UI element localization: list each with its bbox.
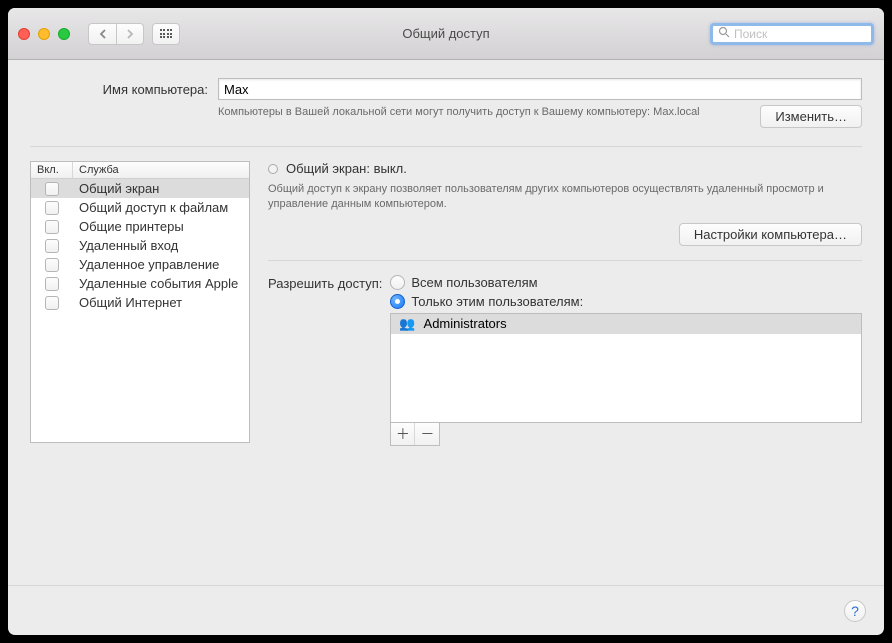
radio-all-users[interactable]: Всем пользователям bbox=[390, 275, 862, 290]
service-row[interactable]: Общий доступ к файлам bbox=[31, 198, 249, 217]
window-title: Общий доступ bbox=[402, 26, 489, 41]
forward-button[interactable] bbox=[116, 23, 144, 45]
service-checkbox[interactable] bbox=[45, 277, 59, 291]
search-input[interactable] bbox=[734, 27, 866, 41]
service-label: Удаленное управление bbox=[73, 257, 249, 272]
allowed-users-list[interactable]: 👥 Administrators bbox=[390, 313, 862, 423]
service-row[interactable]: Общие принтеры bbox=[31, 217, 249, 236]
help-icon: ? bbox=[851, 603, 859, 619]
radio-icon bbox=[390, 294, 405, 309]
users-icon: 👥 bbox=[399, 316, 415, 332]
column-on[interactable]: Вкл. bbox=[31, 162, 73, 178]
service-checkbox[interactable] bbox=[45, 258, 59, 272]
sharing-preferences-window: Общий доступ Имя компьютера: Компьютеры … bbox=[8, 8, 884, 635]
service-label: Общий экран bbox=[73, 181, 249, 196]
zoom-button[interactable] bbox=[58, 28, 70, 40]
service-label: Общий Интернет bbox=[73, 295, 249, 310]
show-all-button[interactable] bbox=[152, 23, 180, 45]
chevron-right-icon bbox=[126, 29, 134, 39]
service-label: Общие принтеры bbox=[73, 219, 249, 234]
service-row[interactable]: Общий экран bbox=[31, 179, 249, 198]
service-checkbox[interactable] bbox=[45, 182, 59, 196]
service-row[interactable]: Общий Интернет bbox=[31, 293, 249, 312]
user-item[interactable]: 👥 Administrators bbox=[391, 314, 861, 334]
user-list-buttons: ＋ － bbox=[390, 423, 440, 446]
service-label: Общий доступ к файлам bbox=[73, 200, 249, 215]
radio-all-label: Всем пользователям bbox=[411, 275, 537, 290]
services-panel: Вкл. Служба Общий экран Общий доступ к фа… bbox=[30, 161, 250, 446]
separator bbox=[268, 260, 862, 261]
add-user-button[interactable]: ＋ bbox=[391, 423, 415, 445]
radio-only-label: Только этим пользователям: bbox=[411, 294, 583, 309]
allow-access-label: Разрешить доступ: bbox=[268, 275, 382, 291]
service-status: Общий экран: выкл. bbox=[286, 161, 407, 176]
status-indicator-icon bbox=[268, 164, 278, 174]
service-checkbox[interactable] bbox=[45, 239, 59, 253]
services-rows: Общий экран Общий доступ к файлам Общие пр… bbox=[31, 179, 249, 312]
footer: ? bbox=[8, 585, 884, 635]
services-table: Вкл. Служба Общий экран Общий доступ к фа… bbox=[30, 161, 250, 443]
computer-name-hint: Компьютеры в Вашей локальной сети могут … bbox=[218, 105, 748, 120]
edit-hostname-button[interactable]: Изменить… bbox=[760, 105, 862, 128]
service-detail: Общий экран: выкл. Общий доступ к экрану… bbox=[268, 161, 862, 446]
search-icon bbox=[718, 26, 730, 41]
search-field[interactable] bbox=[710, 23, 874, 45]
remove-user-button[interactable]: － bbox=[415, 423, 439, 445]
help-button[interactable]: ? bbox=[844, 600, 866, 622]
minimize-button[interactable] bbox=[38, 28, 50, 40]
service-row[interactable]: Удаленные события Apple bbox=[31, 274, 249, 293]
traffic-lights bbox=[18, 28, 70, 40]
services-header: Вкл. Служба bbox=[31, 162, 249, 179]
service-checkbox[interactable] bbox=[45, 201, 59, 215]
service-checkbox[interactable] bbox=[45, 296, 59, 310]
content-area: Имя компьютера: Компьютеры в Вашей локал… bbox=[8, 60, 884, 446]
service-description: Общий доступ к экрану позволяет пользова… bbox=[268, 182, 862, 213]
service-checkbox[interactable] bbox=[45, 220, 59, 234]
computer-name-input[interactable] bbox=[218, 78, 862, 100]
titlebar: Общий доступ bbox=[8, 8, 884, 60]
nav-buttons bbox=[88, 23, 144, 45]
radio-only-users[interactable]: Только этим пользователям: bbox=[390, 294, 862, 309]
minus-icon: － bbox=[420, 424, 434, 444]
close-button[interactable] bbox=[18, 28, 30, 40]
service-label: Удаленный вход bbox=[73, 238, 249, 253]
plus-icon: ＋ bbox=[396, 424, 410, 444]
main-section: Вкл. Служба Общий экран Общий доступ к фа… bbox=[30, 147, 862, 446]
grid-icon bbox=[160, 29, 173, 38]
chevron-left-icon bbox=[99, 29, 107, 39]
service-row[interactable]: Удаленный вход bbox=[31, 236, 249, 255]
computer-settings-button[interactable]: Настройки компьютера… bbox=[679, 223, 862, 246]
computer-name-label: Имя компьютера: bbox=[88, 78, 208, 97]
service-label: Удаленные события Apple bbox=[73, 276, 249, 291]
allow-access-section: Разрешить доступ: Всем пользователям Тол… bbox=[268, 275, 862, 446]
user-name: Administrators bbox=[424, 316, 507, 331]
radio-icon bbox=[390, 275, 405, 290]
service-row[interactable]: Удаленное управление bbox=[31, 255, 249, 274]
back-button[interactable] bbox=[88, 23, 116, 45]
column-service[interactable]: Служба bbox=[73, 162, 249, 178]
computer-name-section: Имя компьютера: Компьютеры в Вашей локал… bbox=[30, 78, 862, 128]
